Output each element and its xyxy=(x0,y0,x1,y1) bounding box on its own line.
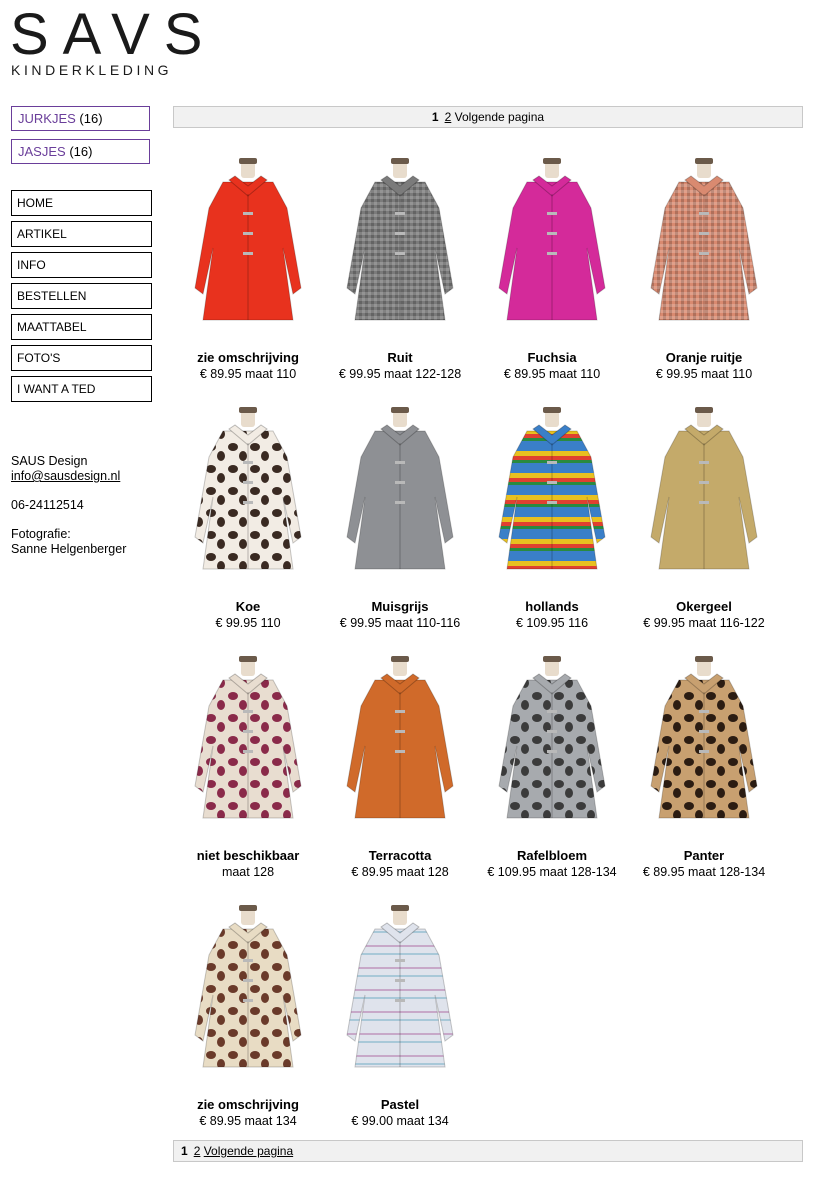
contact-phone: 06-24112514 xyxy=(11,498,84,512)
product-card[interactable]: Ruit € 99.95 maat 122-128 xyxy=(324,148,476,382)
pagination-top: 12 Volgende pagina xyxy=(173,106,803,128)
product-price-size: € 99.95 maat 110 xyxy=(655,367,753,381)
product-price-size: maat 128 xyxy=(221,865,275,879)
product-image[interactable] xyxy=(183,646,313,836)
product-name[interactable]: Koe xyxy=(172,599,324,615)
product-image[interactable] xyxy=(487,646,617,836)
page-current: 1 xyxy=(181,1144,188,1158)
product-name[interactable]: niet beschikbaar xyxy=(172,848,324,864)
nav-bestellen[interactable]: BESTELLEN xyxy=(11,283,152,309)
product-image[interactable] xyxy=(335,148,465,338)
product-name[interactable]: Okergeel xyxy=(628,599,780,615)
product-image[interactable] xyxy=(183,895,313,1085)
product-card[interactable]: zie omschrijving € 89.95 maat 110 xyxy=(172,148,324,382)
page-2-link[interactable]: 2 xyxy=(445,110,452,124)
product-card[interactable]: Muisgrijs € 99.95 maat 110-116 xyxy=(324,397,476,631)
product-image[interactable] xyxy=(639,397,769,587)
product-price-size: € 89.95 maat 134 xyxy=(199,1114,297,1128)
pagination-bottom: 12 Volgende pagina xyxy=(173,1140,803,1162)
category-label[interactable]: JASJES xyxy=(18,144,66,159)
product-price-size: € 89.95 maat 128-134 xyxy=(642,865,766,879)
product-image[interactable] xyxy=(639,148,769,338)
logo[interactable]: SAVS KINDERKLEDING xyxy=(10,2,217,79)
nav-i-want-a-ted[interactable]: I WANT A TED xyxy=(11,376,152,402)
product-image[interactable] xyxy=(183,148,313,338)
page-current: 1 xyxy=(431,110,439,124)
product-name[interactable]: Pastel xyxy=(324,1097,476,1113)
product-price-size: € 99.95 maat 116-122 xyxy=(643,616,765,630)
product-price-size: € 109.95 116 xyxy=(515,616,589,630)
product-name[interactable]: Ruit xyxy=(324,350,476,366)
product-name[interactable]: hollands xyxy=(476,599,628,615)
product-card[interactable]: niet beschikbaar maat 128 xyxy=(172,646,324,880)
product-price-size: € 109.95 maat 128-134 xyxy=(487,865,617,879)
product-card[interactable]: Pastel € 99.00 maat 134 xyxy=(324,895,476,1129)
product-image[interactable] xyxy=(183,397,313,587)
product-price-size: € 99.95 maat 110-116 xyxy=(339,616,461,630)
product-name[interactable]: zie omschrijving xyxy=(172,350,324,366)
product-name[interactable]: Rafelbloem xyxy=(476,848,628,864)
product-card[interactable]: Oranje ruitje € 99.95 maat 110 xyxy=(628,148,780,382)
product-image[interactable] xyxy=(335,646,465,836)
photographer-name: Sanne Helgenberger xyxy=(11,542,127,556)
product-price-size: € 89.95 maat 110 xyxy=(503,367,601,381)
logo-tagline: KINDERKLEDING xyxy=(11,62,173,78)
nav-artikel[interactable]: ARTIKEL xyxy=(11,221,152,247)
nav-fotos[interactable]: FOTO'S xyxy=(11,345,152,371)
category-jasjes[interactable]: JASJES (16) xyxy=(11,139,150,164)
product-card[interactable]: Terracotta € 89.95 maat 128 xyxy=(324,646,476,880)
nav-home[interactable]: HOME xyxy=(11,190,152,216)
product-card[interactable]: Okergeel € 99.95 maat 116-122 xyxy=(628,397,780,631)
next-page-link[interactable]: Volgende pagina xyxy=(455,110,544,124)
product-card[interactable]: hollands € 109.95 116 xyxy=(476,397,628,631)
contact-block: SAUS Design info@sausdesign.nl 06-241125… xyxy=(11,454,126,557)
category-label[interactable]: JURKJES xyxy=(18,111,76,126)
next-page-link[interactable]: Volgende pagina xyxy=(204,1144,293,1158)
product-card[interactable]: Koe € 99.95 110 xyxy=(172,397,324,631)
category-count: (16) xyxy=(69,144,93,159)
product-card[interactable]: Fuchsia € 89.95 maat 110 xyxy=(476,148,628,382)
product-price-size: € 89.95 maat 110 xyxy=(199,367,297,381)
page-2-link[interactable]: 2 xyxy=(194,1144,201,1158)
product-image[interactable] xyxy=(487,148,617,338)
product-card[interactable]: zie omschrijving € 89.95 maat 134 xyxy=(172,895,324,1129)
nav-info[interactable]: INFO xyxy=(11,252,152,278)
category-jurkjes[interactable]: JURKJES (16) xyxy=(11,106,150,131)
logo-wordmark: SAVS xyxy=(10,2,217,67)
product-name[interactable]: Oranje ruitje xyxy=(628,350,780,366)
product-price-size: € 99.00 maat 134 xyxy=(351,1114,449,1128)
category-count: (16) xyxy=(79,111,103,126)
product-price-size: € 99.95 maat 122-128 xyxy=(338,367,462,381)
nav-maattabel[interactable]: MAATTABEL xyxy=(11,314,152,340)
product-card[interactable]: Rafelbloem € 109.95 maat 128-134 xyxy=(476,646,628,880)
contact-name: SAUS Design xyxy=(11,454,88,468)
product-image[interactable] xyxy=(639,646,769,836)
product-card[interactable]: Panter € 89.95 maat 128-134 xyxy=(628,646,780,880)
product-price-size: € 89.95 maat 128 xyxy=(351,865,449,879)
product-image[interactable] xyxy=(335,895,465,1085)
product-name[interactable]: zie omschrijving xyxy=(172,1097,324,1113)
product-name[interactable]: Fuchsia xyxy=(476,350,628,366)
product-price-size: € 99.95 110 xyxy=(215,616,281,630)
product-image[interactable] xyxy=(335,397,465,587)
product-name[interactable]: Terracotta xyxy=(324,848,476,864)
photo-credit-label: Fotografie: xyxy=(11,527,71,541)
contact-email-link[interactable]: info@sausdesign.nl xyxy=(11,469,120,483)
product-name[interactable]: Muisgrijs xyxy=(324,599,476,615)
product-image[interactable] xyxy=(487,397,617,587)
product-name[interactable]: Panter xyxy=(628,848,780,864)
